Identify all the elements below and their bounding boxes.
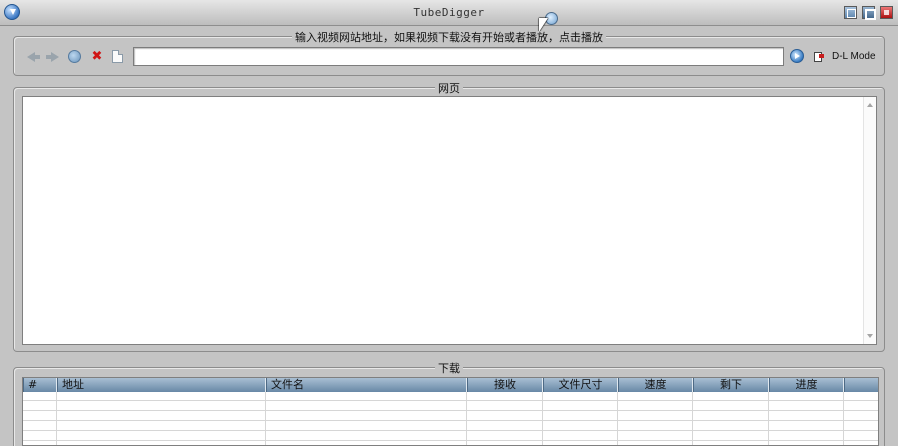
column-header-received[interactable]: 接收 <box>467 378 543 392</box>
table-row[interactable] <box>23 412 878 421</box>
go-icon[interactable] <box>790 49 804 63</box>
table-row[interactable] <box>23 432 878 441</box>
column-divider <box>617 392 618 445</box>
column-header-remaining[interactable]: 剩下 <box>693 378 769 392</box>
column-header-filesize[interactable]: 文件尺寸 <box>543 378 618 392</box>
column-divider <box>692 392 693 445</box>
maximize-button[interactable] <box>862 6 876 20</box>
url-input[interactable] <box>133 47 784 66</box>
column-divider <box>265 392 266 445</box>
dl-mode-icon[interactable] <box>813 50 825 62</box>
column-header-index[interactable]: # <box>23 378 57 392</box>
back-icon[interactable] <box>25 50 41 64</box>
url-group-legend: 输入视频网站地址，如果视频下载没有开始或者播放，点击播放 <box>292 31 606 44</box>
download-table[interactable]: # 地址 文件名 接收 文件尺寸 速度 剩下 进度 <box>22 377 879 446</box>
title-bar[interactable]: TubeDigger <box>0 0 898 32</box>
column-divider <box>843 392 844 445</box>
download-table-header: # 地址 文件名 接收 文件尺寸 速度 剩下 进度 <box>23 378 878 392</box>
close-button[interactable] <box>880 6 893 19</box>
refresh-icon[interactable] <box>68 50 81 63</box>
column-divider <box>542 392 543 445</box>
web-view-scrollbar[interactable] <box>863 97 876 344</box>
column-divider <box>466 392 467 445</box>
column-header-progress[interactable]: 进度 <box>769 378 844 392</box>
column-divider <box>56 392 57 445</box>
stop-icon[interactable]: ✖ <box>89 50 105 64</box>
column-header-filename[interactable]: 文件名 <box>266 378 467 392</box>
download-group-legend: 下载 <box>435 362 463 375</box>
dl-mode-label[interactable]: D-L Mode <box>832 51 876 62</box>
column-header-extra[interactable] <box>844 378 878 392</box>
forward-icon[interactable] <box>45 50 61 64</box>
minimize-button[interactable] <box>844 6 857 19</box>
table-row[interactable] <box>23 442 878 445</box>
window-title: TubeDigger <box>413 6 485 19</box>
download-rows <box>23 392 878 445</box>
scroll-down-icon[interactable] <box>867 334 873 338</box>
scroll-up-icon[interactable] <box>867 103 873 107</box>
column-header-address[interactable]: 地址 <box>57 378 266 392</box>
column-divider <box>768 392 769 445</box>
page-icon[interactable] <box>112 50 123 63</box>
web-view[interactable] <box>22 96 877 345</box>
table-row[interactable] <box>23 422 878 431</box>
column-header-speed[interactable]: 速度 <box>618 378 693 392</box>
table-row[interactable] <box>23 402 878 411</box>
table-row[interactable] <box>23 392 878 401</box>
web-group-legend: 网页 <box>435 82 463 95</box>
